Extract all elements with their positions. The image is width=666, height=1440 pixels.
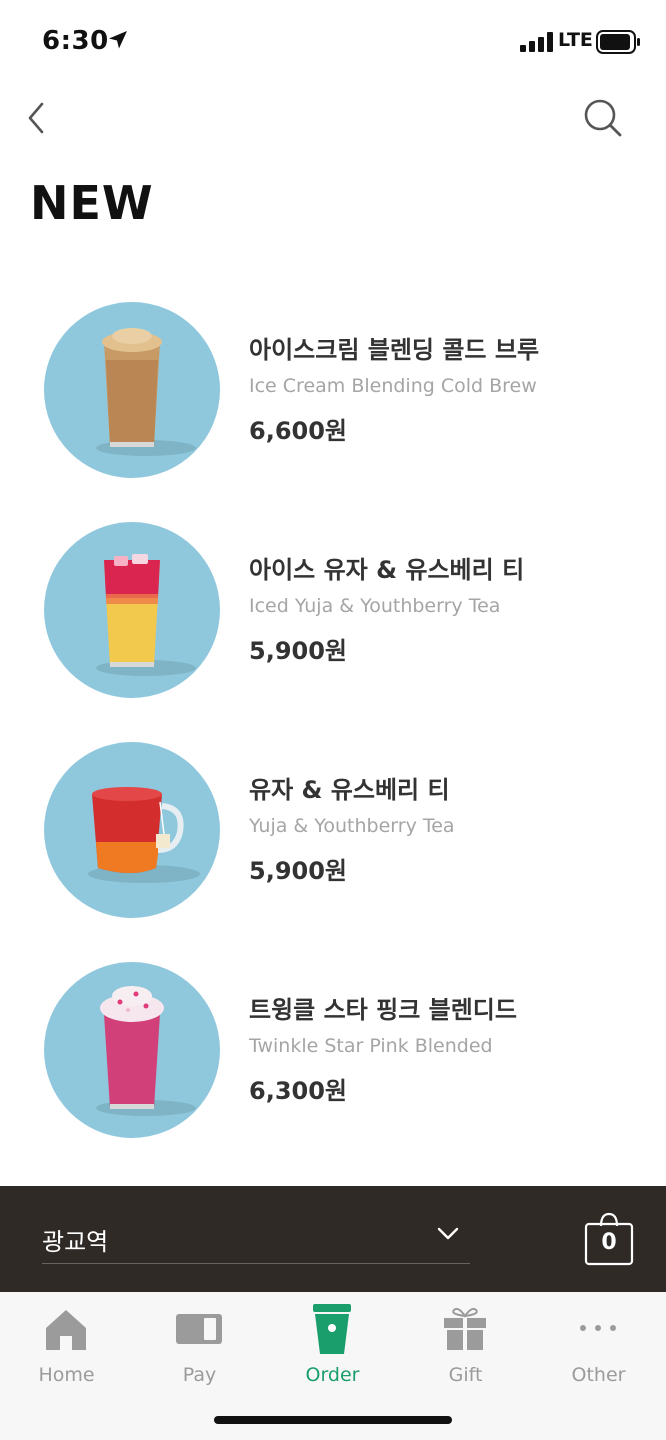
signal-icon <box>520 32 553 52</box>
tab-label: Gift <box>448 1364 483 1386</box>
tab-home[interactable]: Home <box>0 1304 133 1386</box>
location-arrow-icon <box>109 31 127 49</box>
product-item[interactable]: 아이스크림 블렌딩 콜드 브루 Ice Cream Blending Cold … <box>0 300 666 520</box>
tab-gift[interactable]: Gift <box>399 1304 532 1386</box>
home-icon <box>46 1310 86 1350</box>
cart-button[interactable]: 0 <box>584 1210 634 1266</box>
product-price: 5,900원 <box>249 857 347 885</box>
product-name-ko: 아이스크림 블렌딩 콜드 브루 <box>249 336 540 364</box>
tab-label: Other <box>571 1364 626 1386</box>
pink-blended-cup-icon <box>96 986 196 1116</box>
product-name-ko: 아이스 유자 & 유스베리 티 <box>249 556 525 584</box>
back-chevron-icon <box>28 102 44 134</box>
product-item[interactable]: 아이스 유자 & 유스베리 티 Iced Yuja & Youthberry T… <box>0 520 666 740</box>
more-dots-icon <box>580 1325 616 1331</box>
tab-label: Home <box>38 1364 95 1386</box>
tab-label: Pay <box>182 1364 217 1386</box>
store-name: 광교역 <box>42 1228 109 1256</box>
tab-label: Order <box>305 1364 360 1386</box>
product-price: 6,300원 <box>249 1077 347 1105</box>
cold-brew-cup-icon <box>96 328 196 456</box>
product-name-en: Yuja & Youthberry Tea <box>249 815 455 837</box>
product-image <box>44 522 220 698</box>
product-item[interactable]: 트윙클 스타 핑크 블렌디드 Twinkle Star Pink Blended… <box>0 960 666 1180</box>
iced-tea-cup-icon <box>96 554 196 676</box>
store-select-dropdown[interactable]: 광교역 <box>42 1216 470 1264</box>
status-bar: 6:30 LTE <box>0 0 666 80</box>
product-price: 5,900원 <box>249 637 347 665</box>
page-title: NEW <box>30 176 154 230</box>
tab-order[interactable]: Order <box>266 1304 399 1386</box>
home-indicator <box>214 1416 452 1424</box>
product-name-ko: 유자 & 유스베리 티 <box>249 776 450 804</box>
chevron-down-icon <box>437 1227 459 1240</box>
back-button[interactable] <box>20 96 60 140</box>
store-bar: 광교역 0 <box>0 1186 666 1292</box>
product-name-en: Iced Yuja & Youthberry Tea <box>249 595 501 617</box>
status-time: 6:30 <box>42 26 109 56</box>
tea-mug-icon <box>88 787 200 883</box>
battery-icon <box>596 30 640 54</box>
cart-count: 0 <box>601 1230 617 1255</box>
card-icon <box>176 1314 222 1344</box>
search-button[interactable] <box>578 94 628 144</box>
product-item[interactable]: 유자 & 유스베리 티 Yuja & Youthberry Tea 5,900원 <box>0 740 666 960</box>
tab-other[interactable]: Other <box>532 1304 665 1386</box>
product-list: 아이스크림 블렌딩 콜드 브루 Ice Cream Blending Cold … <box>0 300 666 1180</box>
product-price: 6,600원 <box>249 417 347 445</box>
search-icon <box>584 99 622 137</box>
product-image <box>44 742 220 918</box>
product-image <box>44 962 220 1138</box>
tab-pay[interactable]: Pay <box>133 1304 266 1386</box>
product-image <box>44 302 220 478</box>
cup-icon <box>313 1304 351 1354</box>
product-name-en: Twinkle Star Pink Blended <box>249 1035 493 1057</box>
product-name-ko: 트윙클 스타 핑크 블렌디드 <box>249 996 517 1024</box>
gift-icon <box>444 1307 486 1350</box>
product-name-en: Ice Cream Blending Cold Brew <box>249 375 537 397</box>
network-type: LTE <box>558 29 593 51</box>
